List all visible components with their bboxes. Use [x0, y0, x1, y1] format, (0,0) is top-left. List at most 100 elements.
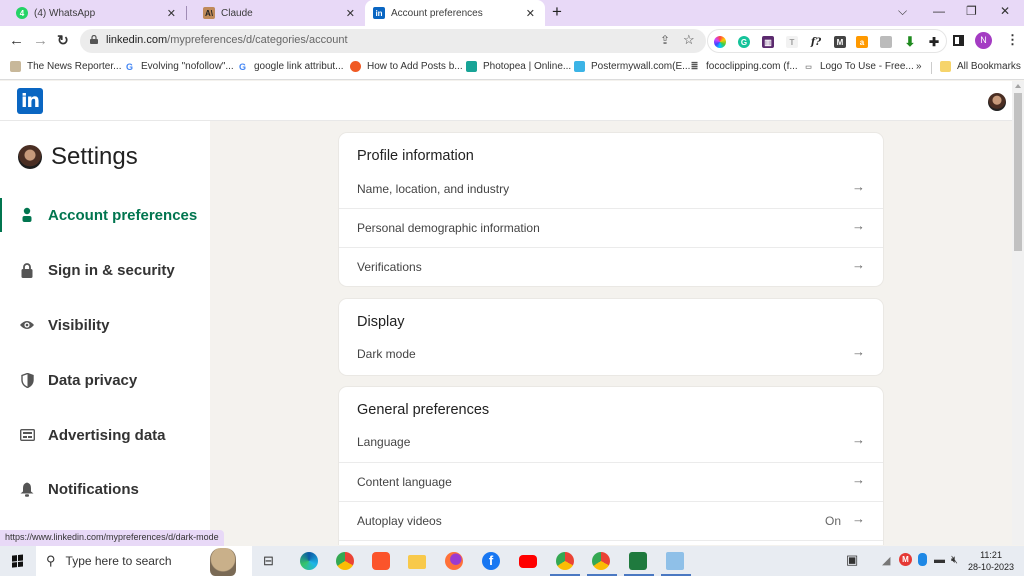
sidebar-item-visibility[interactable]: Visibility [0, 306, 210, 344]
file-explorer-icon[interactable] [408, 555, 426, 569]
chrome-profile-guest-icon[interactable] [592, 552, 610, 570]
google-icon: G [238, 61, 246, 72]
search-highlight-icon[interactable] [210, 548, 236, 576]
bookmark-item[interactable]: ▭ Logo To Use - Free... [803, 61, 914, 72]
windows-start-icon[interactable] [12, 554, 24, 568]
brave-icon[interactable] [372, 552, 390, 570]
bookmark-item[interactable]: Ggoogle link attribut... [237, 61, 344, 72]
url-text[interactable]: linkedin.com/mypreferences/d/categories/… [106, 34, 348, 46]
notepad-icon[interactable] [666, 552, 684, 570]
bookmark-item[interactable]: Postermywall.com(E... [574, 61, 690, 72]
tab-search-button[interactable]: ⌵ [898, 4, 907, 19]
profile-avatar[interactable]: N [975, 32, 992, 49]
arrow-right-icon: → [852, 344, 865, 359]
screenshot-icon[interactable] [880, 36, 892, 48]
status-bar-url: https://www.linkedin.com/mypreferences/d… [0, 530, 224, 546]
scroll-up-arrow-icon[interactable] [1015, 84, 1021, 88]
bookmarks-overflow-button[interactable]: » [916, 61, 922, 72]
chrome-profile-n-icon[interactable] [556, 552, 574, 570]
address-bar[interactable]: linkedin.com/mypreferences/d/categories/… [80, 29, 706, 53]
setting-row-personal-demographic[interactable]: Personal demographic information → [339, 208, 883, 247]
eye-icon [19, 317, 35, 333]
close-tab-icon[interactable]: ✕ [346, 7, 355, 20]
menu-icon[interactable]: ⋮ [1006, 32, 1019, 48]
firefox-icon[interactable] [445, 552, 463, 570]
sidebar-item-sign-in-security[interactable]: Sign in & security [0, 251, 210, 289]
settings-sidebar: Settings Account preferences Sign in & s… [0, 121, 210, 545]
tab-title: Account preferences [391, 7, 483, 19]
wifi-icon[interactable]: ◢ [882, 554, 890, 567]
search-icon: ⚲ [46, 553, 56, 568]
page-scrollbar[interactable] [1012, 81, 1024, 545]
grammarly-icon[interactable]: G [738, 36, 750, 48]
setting-row-name-location-industry[interactable]: Name, location, and industry → [339, 170, 883, 209]
page-title: Settings [51, 143, 138, 170]
scroll-thumb[interactable] [1014, 93, 1022, 251]
minimize-button[interactable]: — [933, 4, 945, 18]
volume-muted-icon[interactable]: 🔇︎ [951, 554, 958, 567]
bookmark-item[interactable]: Photopea | Online... [466, 61, 571, 72]
bookmark-item[interactable]: The News Reporter... [10, 61, 121, 72]
close-window-button[interactable]: ✕ [1000, 4, 1010, 18]
facebook-icon[interactable]: f [482, 552, 500, 570]
edge-icon[interactable] [300, 552, 318, 570]
bookmark-item[interactable]: How to Add Posts b... [350, 61, 463, 72]
restore-button[interactable]: ❐ [966, 4, 977, 18]
setting-row-autoplay-videos[interactable]: Autoplay videos On → [339, 501, 883, 540]
tab-whatsapp[interactable]: 4 (4) WhatsApp ✕ [0, 0, 186, 26]
profile-photo [18, 145, 42, 169]
arrow-right-icon: → [852, 472, 865, 487]
excel-icon[interactable] [629, 552, 647, 570]
back-button[interactable]: ← [9, 32, 24, 49]
setting-row-dark-mode[interactable]: Dark mode → [339, 335, 883, 374]
forward-button[interactable]: → [33, 32, 48, 49]
task-view-icon[interactable]: ⊟ [263, 553, 274, 569]
share-icon[interactable]: ⇪ [660, 33, 670, 47]
setting-row-verifications[interactable]: Verifications → [339, 247, 883, 286]
linkedin-logo[interactable]: in [17, 88, 43, 114]
bookmark-item[interactable]: ≣ fococlipping.com (f... [689, 61, 798, 72]
tab-account-preferences[interactable]: in Account preferences ✕ [365, 0, 545, 26]
sidebar-item-advertising-data[interactable]: Advertising data [0, 416, 210, 454]
side-panel-icon[interactable] [953, 35, 964, 46]
user-avatar[interactable] [988, 93, 1006, 111]
reload-button[interactable]: ↻ [57, 32, 69, 49]
all-bookmarks-button[interactable]: All Bookmarks [940, 61, 1021, 72]
puzzle-icon[interactable]: ✚ [928, 35, 940, 49]
arrow-right-icon: → [852, 179, 865, 194]
bookmark-star-icon[interactable]: ☆ [683, 32, 695, 48]
font-t-icon[interactable]: T [786, 36, 798, 48]
section-profile-information: Profile information Name, location, and … [339, 133, 883, 286]
system-clock[interactable]: 11:21 28-10-2023 [968, 549, 1014, 573]
color-picker-icon[interactable] [714, 36, 726, 48]
extension-chart-icon[interactable]: ▥ [762, 36, 774, 48]
sidebar-item-notifications[interactable]: Notifications [0, 470, 210, 508]
tab-claude[interactable]: A\ Claude ✕ [187, 0, 365, 26]
download-arrow-icon[interactable]: ⬇ [904, 34, 916, 49]
close-tab-icon[interactable]: ✕ [167, 7, 176, 20]
new-tab-button[interactable]: + [552, 2, 562, 22]
sidebar-item-data-privacy[interactable]: Data privacy [0, 361, 210, 399]
settings-heading: Settings [18, 143, 138, 171]
mega-icon[interactable]: M [899, 553, 912, 566]
chrome-icon[interactable] [336, 552, 354, 570]
bluetooth-icon[interactable] [918, 553, 927, 566]
sidebar-item-account-preferences[interactable]: Account preferences [0, 196, 210, 234]
setting-row-content-language[interactable]: Content language → [339, 462, 883, 501]
section-general-preferences: General preferences Language → Content l… [339, 387, 883, 545]
m-extension-icon[interactable]: M [834, 36, 846, 48]
font-finder-icon[interactable]: f? [810, 36, 822, 48]
news-widget-icon[interactable]: ▣ [846, 552, 858, 568]
bookmark-item[interactable]: G Evolving "nofollow"... [124, 61, 234, 72]
arrow-right-icon: → [852, 218, 865, 233]
arrow-right-icon: → [852, 257, 865, 272]
battery-icon[interactable]: ▬ [934, 554, 945, 566]
extensions-bar: G ▥ T f? M a ⬇ ✚ [707, 29, 947, 53]
section-title: Display [357, 314, 405, 330]
setting-row-next[interactable] [339, 540, 883, 545]
setting-row-language[interactable]: Language → [339, 423, 883, 462]
close-tab-icon[interactable]: ✕ [526, 7, 535, 20]
whatsapp-icon: 4 [16, 7, 28, 19]
amazon-icon[interactable]: a [856, 36, 868, 48]
youtube-icon[interactable] [519, 555, 537, 568]
